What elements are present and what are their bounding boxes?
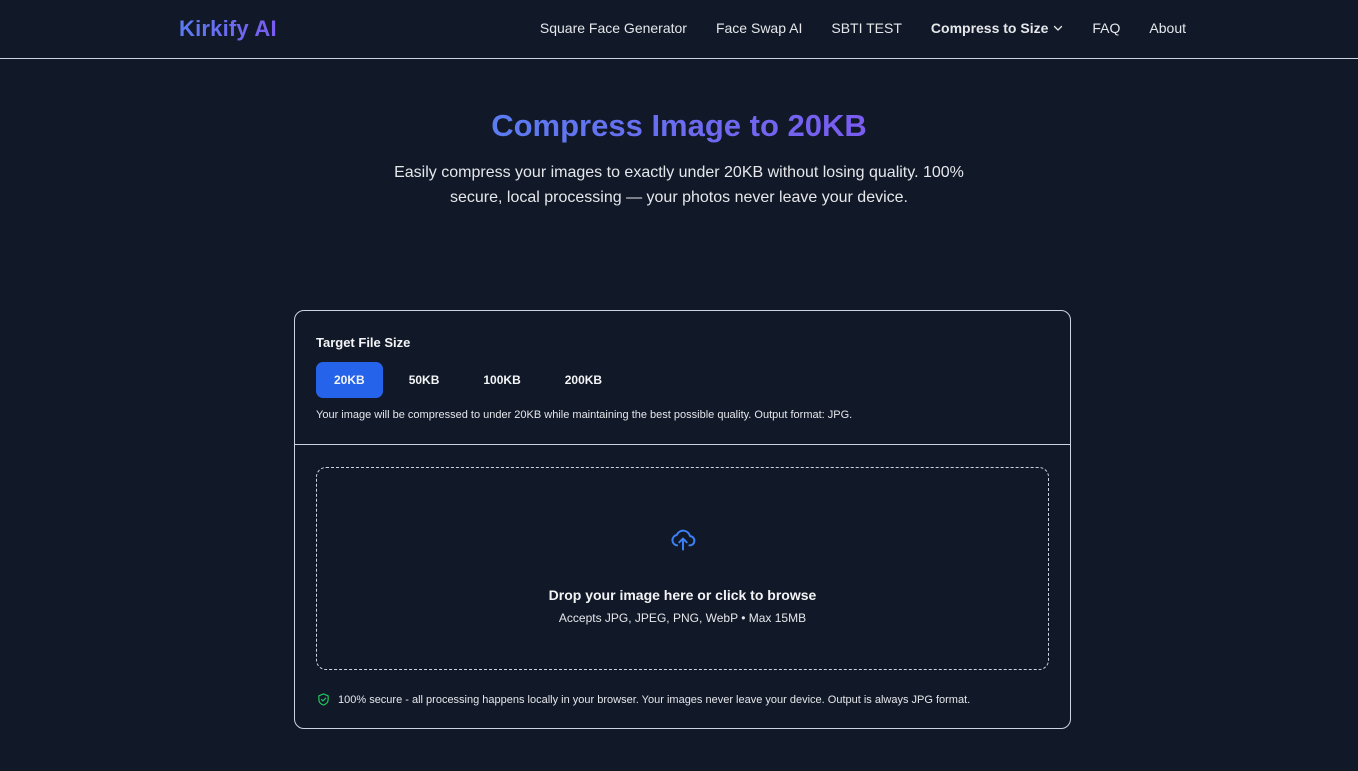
page-subtitle: Easily compress your images to exactly u… [394, 164, 964, 206]
nav-about[interactable]: About [1149, 20, 1186, 36]
page-title-text: Compress Image to 20KB [491, 108, 867, 143]
site-header: Kirkify AI Square Face Generator Face Sw… [0, 0, 1358, 59]
shield-check-icon [318, 693, 329, 706]
nav-compress-to-size-label: Compress to Size [930, 20, 1049, 36]
compression-note: Your image will be compressed to under 2… [316, 409, 853, 421]
size-option-100kb[interactable]: 100KB [465, 362, 538, 398]
target-size-label: Target File Size [316, 335, 411, 350]
nav-face-swap-ai[interactable]: Face Swap AI [716, 20, 802, 36]
compressor-card: Target File Size 20KB 50KB 100KB 200KB Y… [294, 310, 1071, 729]
image-dropzone[interactable]: Drop your image here or click to browse … [316, 467, 1049, 670]
nav-square-face-generator[interactable]: Square Face Generator [540, 20, 687, 36]
nav-faq[interactable]: FAQ [1092, 20, 1120, 36]
size-option-20kb[interactable]: 20KB [316, 362, 383, 398]
security-notice: 100% secure - all processing happens loc… [317, 693, 970, 706]
target-size-section: Target File Size 20KB 50KB 100KB 200KB Y… [295, 311, 1070, 445]
cloud-upload-icon [671, 529, 696, 551]
size-option-200kb[interactable]: 200KB [547, 362, 620, 398]
security-notice-text: 100% secure - all processing happens loc… [338, 693, 971, 706]
nav-compress-to-size[interactable]: Compress to Size [931, 20, 1063, 36]
page-title: Compress Image to 20KB [0, 108, 1358, 144]
size-options: 20KB 50KB 100KB 200KB [316, 362, 620, 398]
dropzone-title: Drop your image here or click to browse [548, 587, 817, 603]
nav-sbti-test[interactable]: SBTI TEST [831, 20, 902, 36]
logo[interactable]: Kirkify AI [179, 16, 277, 42]
dropzone-subtitle: Accepts JPG, JPEG, PNG, WebP • Max 15MB [558, 611, 807, 625]
chevron-down-icon [1054, 25, 1063, 31]
size-option-50kb[interactable]: 50KB [391, 362, 458, 398]
main-nav: Square Face Generator Face Swap AI SBTI … [540, 20, 1186, 36]
